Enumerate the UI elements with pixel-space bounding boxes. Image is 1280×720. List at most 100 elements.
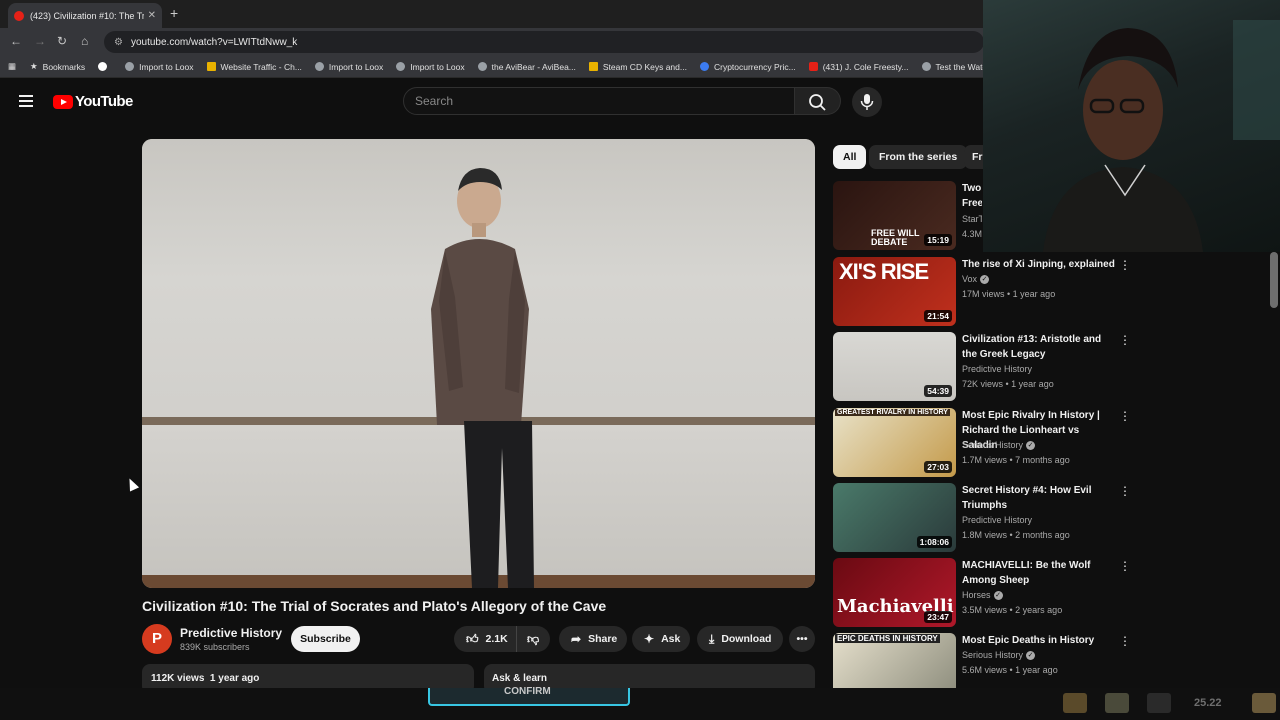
video-thumbnail: XI'S RISE 21:54 <box>833 257 956 326</box>
taskbar-app-icon[interactable] <box>1105 693 1129 713</box>
subscribe-button[interactable]: Subscribe <box>291 626 360 652</box>
bookmark-item[interactable]: Import to Loox <box>125 62 194 72</box>
video-title: MACHIAVELLI: Be the Wolf Among Sheep <box>962 560 1091 586</box>
lecturer-figure <box>431 168 534 588</box>
page-scrollbar[interactable] <box>1270 252 1278 308</box>
forward-icon[interactable]: → <box>34 34 46 48</box>
video-title: Most Epic Deaths in History <box>962 635 1095 646</box>
globe-icon <box>314 62 324 71</box>
back-icon[interactable]: ← <box>10 34 22 48</box>
voice-search-button[interactable] <box>852 87 882 117</box>
video-meta: 1.8M views • 2 months ago <box>962 530 1070 540</box>
chip-from-the-series[interactable]: From the series <box>869 145 968 169</box>
bookmark-item[interactable]: the AviBear - AviBea... <box>477 62 576 72</box>
bookmark-item[interactable]: Import to Loox <box>396 62 465 72</box>
webcam-overlay <box>983 0 1280 252</box>
star-icon: ★ <box>30 61 38 71</box>
youtube-favicon-icon <box>14 10 24 21</box>
apps-icon[interactable]: ▦ <box>8 61 16 72</box>
search-input[interactable]: Search <box>403 87 795 115</box>
like-button[interactable]: 👍︎ 2.1K <box>454 626 516 652</box>
bookmark-item[interactable]: (431) J. Cole Freesty... <box>808 62 909 72</box>
video-thumbnail: FREE WILL DEBATE 15:19 <box>833 181 956 250</box>
more-vertical-icon[interactable]: ⋮ <box>1119 560 1131 572</box>
more-actions-button[interactable]: ••• <box>789 626 815 652</box>
address-bar[interactable]: ⚙ youtube.com/watch?v=LWITtdNww_k <box>104 31 984 53</box>
new-tab-icon[interactable]: + <box>170 5 178 21</box>
more-vertical-icon[interactable]: ⋮ <box>1119 635 1131 647</box>
microphone-icon <box>860 94 874 110</box>
video-meta: 4.3M <box>962 229 982 239</box>
video-meta: 3.5M views • 2 years ago <box>962 605 1063 615</box>
mouse-cursor-icon <box>124 476 140 492</box>
video-player[interactable] <box>142 139 815 588</box>
video-channel: Vox ✓ <box>962 274 990 285</box>
tab-title: (423) Civilization #10: The Trial <box>30 10 144 21</box>
youtube-play-icon <box>53 94 73 109</box>
avibear-icon <box>477 62 487 71</box>
video-thumbnail: EPIC DEATHS IN HISTORY <box>833 633 956 688</box>
verified-icon: ✓ <box>1026 441 1036 451</box>
bookmark-item[interactable]: Steam CD Keys and... <box>588 62 687 72</box>
video-title: Civilization #10: The Trial of Socrates … <box>142 598 607 614</box>
dislike-button[interactable]: 👎︎ <box>516 626 550 652</box>
video-channel: Horses ✓ <box>962 590 1003 601</box>
search-icon <box>809 94 826 111</box>
sparkle-icon: ✦ <box>644 632 655 646</box>
microphone-icon[interactable] <box>1147 693 1171 713</box>
more-horizontal-icon: ••• <box>796 633 808 645</box>
ask-button[interactable]: ✦ Ask <box>632 626 690 652</box>
download-button[interactable]: ⤓ Download <box>697 626 783 652</box>
video-meta: 72K views • 1 year ago <box>962 379 1054 389</box>
recommendation-item[interactable]: GREATEST RIVALRY IN HISTORY 27:03 Most E… <box>833 408 1133 478</box>
settings-gear-icon[interactable] <box>1252 693 1276 713</box>
bookmark-item[interactable]: Cryptocurrency Pric... <box>699 62 796 72</box>
home-icon[interactable]: ⌂ <box>81 34 88 48</box>
verified-icon: ✓ <box>1026 651 1036 661</box>
video-channel: Predictive History <box>962 515 1033 525</box>
bookmark-item[interactable]: ★ Bookmarks <box>30 61 85 72</box>
bookmark-item[interactable]: Website Traffic - Ch... <box>206 62 302 72</box>
verified-icon: ✓ <box>980 275 990 285</box>
browser-tab[interactable]: (423) Civilization #10: The Trial ✕ <box>8 3 162 28</box>
video-channel: Predictive History <box>962 364 1033 374</box>
reload-icon[interactable]: ↻ <box>57 34 67 48</box>
chip-all[interactable]: All <box>833 145 867 169</box>
video-thumbnail: GREATEST RIVALRY IN HISTORY 27:03 <box>833 408 956 477</box>
chart-icon <box>206 62 216 71</box>
site-info-icon[interactable]: ⚙ <box>114 37 123 48</box>
video-meta: 5.6M views • 1 year ago <box>962 665 1058 675</box>
share-button[interactable]: ➦ Share <box>559 626 627 652</box>
recommendation-item[interactable]: XI'S RISE 21:54 The rise of Xi Jinping, … <box>833 257 1133 327</box>
recommendation-item[interactable]: 54:39 Civilization #13: Aristotle and th… <box>833 332 1133 402</box>
youtube-logo[interactable]: YouTube <box>53 93 133 110</box>
download-icon: ⤓ <box>709 631 715 646</box>
video-meta: 17M views • 1 year ago <box>962 289 1056 299</box>
channel-name[interactable]: Predictive History <box>180 626 282 640</box>
globe-icon <box>125 62 135 71</box>
thumbs-up-icon: 👍︎ <box>466 631 479 646</box>
video-channel: StarT <box>962 214 982 224</box>
more-vertical-icon[interactable]: ⋮ <box>1119 410 1131 422</box>
search-button[interactable] <box>795 87 841 115</box>
video-thumbnail: 54:39 <box>833 332 956 401</box>
more-vertical-icon[interactable]: ⋮ <box>1119 259 1131 271</box>
streamer-figure <box>1043 20 1280 252</box>
video-channel: Serious History ✓ <box>962 650 1036 661</box>
youtube-icon <box>808 62 818 71</box>
more-vertical-icon[interactable]: ⋮ <box>1119 334 1131 346</box>
video-title: Civilization #13: Aristotle and the Gree… <box>962 334 1102 360</box>
recommendation-item[interactable]: 1:08:06 Secret History #4: How Evil Triu… <box>833 483 1133 553</box>
bookmark-item[interactable]: Import to Loox <box>314 62 383 72</box>
close-tab-icon[interactable]: ✕ <box>148 10 156 21</box>
chat-icon[interactable] <box>1063 693 1087 713</box>
crown-icon <box>588 62 598 71</box>
recommendation-item[interactable]: EPIC DEATHS IN HISTORY Most Epic Deaths … <box>833 633 1133 688</box>
bookmark-item[interactable] <box>98 62 112 71</box>
recommendation-item[interactable]: Machiavelli 23:47 MACHIAVELLI: Be the Wo… <box>833 558 1133 628</box>
channel-avatar[interactable]: P <box>142 624 172 654</box>
globe-icon <box>396 62 406 71</box>
more-vertical-icon[interactable]: ⋮ <box>1119 485 1131 497</box>
verified-icon: ✓ <box>993 591 1003 601</box>
menu-icon[interactable] <box>19 95 33 107</box>
